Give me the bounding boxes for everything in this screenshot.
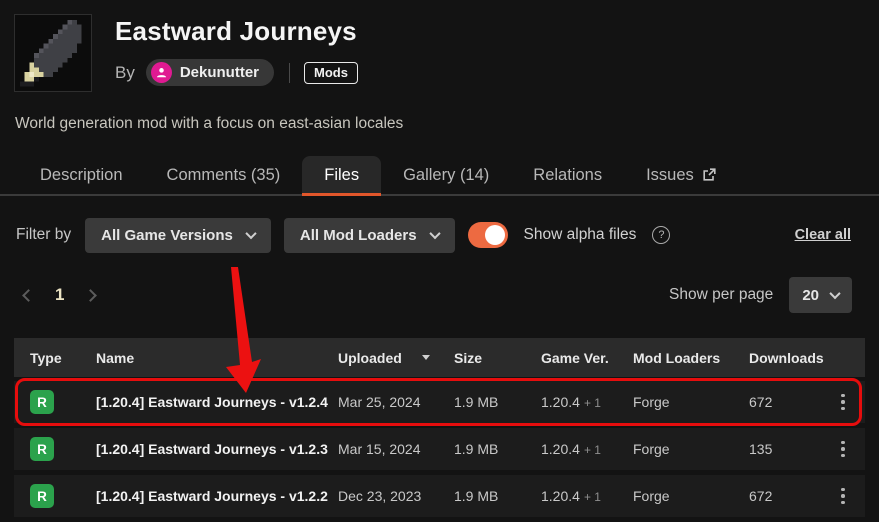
game-versions-dropdown[interactable]: All Game Versions	[85, 218, 271, 253]
file-mod-loaders: Forge	[633, 441, 749, 457]
kebab-icon[interactable]	[833, 437, 853, 462]
table-row-highlighted[interactable]: R [1.20.4] Eastward Journeys - v1.2.4 Ma…	[14, 381, 865, 423]
mod-loaders-value: All Mod Loaders	[300, 227, 417, 244]
col-name: Name	[96, 350, 338, 366]
tab-gallery-14[interactable]: Gallery (14)	[381, 156, 511, 194]
tab-comments-35[interactable]: Comments (35)	[145, 156, 303, 194]
per-page-dropdown[interactable]: 20	[789, 277, 852, 313]
game-versions-value: All Game Versions	[101, 227, 233, 244]
prev-page-button[interactable]	[22, 289, 35, 302]
chevron-down-icon	[429, 228, 440, 239]
table-body: R [1.20.4] Eastward Journeys - v1.2.4 Ma…	[14, 377, 865, 522]
table-row[interactable]: R [1.20.4] Eastward Journeys - v1.2.2 De…	[14, 475, 865, 517]
chevron-down-icon	[829, 288, 840, 299]
feather-pixel-art-icon	[15, 15, 91, 91]
toggle-knob	[485, 225, 505, 245]
file-name: [1.20.4] Eastward Journeys - v1.2.2	[96, 488, 338, 504]
per-page-value: 20	[802, 287, 819, 304]
chevron-down-icon	[245, 228, 256, 239]
byline: By Dekunutter Mods	[115, 59, 358, 86]
kebab-icon[interactable]	[833, 484, 853, 509]
file-name: [1.20.4] Eastward Journeys - v1.2.3	[96, 441, 338, 457]
files-table: Type Name Uploaded Size Game Ver. Mod Lo…	[14, 338, 865, 522]
show-alpha-files-toggle[interactable]	[468, 222, 508, 248]
file-game-ver: 1.20.4+ 1	[541, 488, 633, 504]
page-title: Eastward Journeys	[115, 16, 358, 47]
file-downloads: 135	[749, 441, 821, 457]
file-size: 1.9 MB	[454, 394, 541, 410]
mod-loaders-dropdown[interactable]: All Mod Loaders	[284, 218, 455, 253]
file-uploaded: Mar 25, 2024	[338, 394, 454, 410]
file-size: 1.9 MB	[454, 488, 541, 504]
file-game-ver: 1.20.4+ 1	[541, 394, 633, 410]
col-type: Type	[30, 350, 96, 366]
col-game-ver: Game Ver.	[541, 350, 633, 366]
next-page-button[interactable]	[85, 289, 98, 302]
release-type-badge: R	[30, 484, 54, 508]
clear-all-link[interactable]: Clear all	[795, 227, 851, 243]
filter-row: Filter by All Game Versions All Mod Load…	[16, 217, 851, 253]
author-name: Dekunutter	[180, 64, 259, 81]
mod-header: Eastward Journeys By Dekunutter Mods	[14, 14, 358, 92]
mod-icon	[14, 14, 92, 92]
by-label: By	[115, 63, 135, 83]
file-game-ver: 1.20.4+ 1	[541, 441, 633, 457]
question-mark-icon[interactable]: ?	[652, 226, 670, 244]
release-type-badge: R	[30, 437, 54, 461]
col-uploaded[interactable]: Uploaded	[338, 350, 454, 366]
triangle-down-icon	[422, 355, 430, 360]
divider	[289, 63, 290, 83]
file-uploaded: Dec 23, 2023	[338, 488, 454, 504]
file-downloads: 672	[749, 488, 821, 504]
tab-bar: DescriptionComments (35)FilesGallery (14…	[0, 156, 879, 196]
page-number[interactable]: 1	[55, 285, 64, 305]
col-size: Size	[454, 350, 541, 366]
file-name: [1.20.4] Eastward Journeys - v1.2.4	[96, 394, 338, 410]
pager-row: 1 Show per page 20	[16, 277, 852, 313]
show-per-page-label: Show per page	[669, 286, 773, 304]
file-size: 1.9 MB	[454, 441, 541, 457]
mod-description: World generation mod with a focus on eas…	[15, 115, 403, 133]
filter-by-label: Filter by	[16, 226, 71, 244]
file-mod-loaders: Forge	[633, 488, 749, 504]
file-downloads: 672	[749, 394, 821, 410]
external-link-icon	[702, 168, 716, 182]
table-header: Type Name Uploaded Size Game Ver. Mod Lo…	[14, 338, 865, 377]
col-mod-loaders: Mod Loaders	[633, 350, 749, 366]
mod-files-page: Eastward Journeys By Dekunutter Mods Wor…	[0, 0, 879, 522]
tab-files[interactable]: Files	[302, 156, 381, 194]
author-pill[interactable]: Dekunutter	[146, 59, 274, 86]
file-mod-loaders: Forge	[633, 394, 749, 410]
kebab-icon[interactable]	[833, 390, 853, 415]
tab-description[interactable]: Description	[18, 156, 145, 194]
col-downloads: Downloads	[749, 350, 821, 366]
file-uploaded: Mar 15, 2024	[338, 441, 454, 457]
release-type-badge: R	[30, 390, 54, 414]
person-icon	[151, 62, 172, 83]
show-alpha-files-label: Show alpha files	[524, 226, 637, 244]
tab-issues[interactable]: Issues	[624, 156, 738, 194]
tab-relations[interactable]: Relations	[511, 156, 624, 194]
category-badge[interactable]: Mods	[304, 62, 358, 84]
table-row[interactable]: R [1.20.4] Eastward Journeys - v1.2.3 Ma…	[14, 428, 865, 470]
